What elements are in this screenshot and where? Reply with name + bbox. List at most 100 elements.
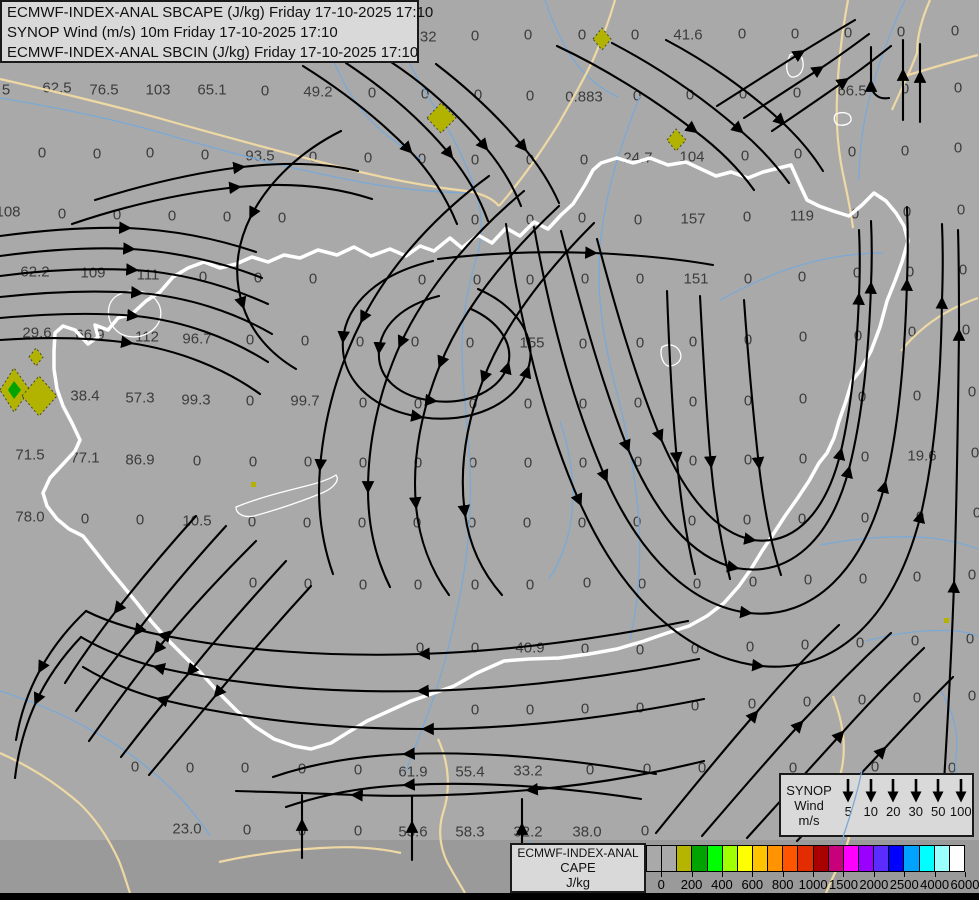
map-value: 0 bbox=[793, 85, 801, 102]
map-value: 0 bbox=[962, 322, 970, 339]
map-value: 0 bbox=[634, 454, 642, 471]
cape-legend-label-box: ECMWF-INDEX-ANAL CAPE J/kg bbox=[510, 843, 646, 893]
map-value: 0 bbox=[798, 511, 806, 528]
cape-tick-label: 2500 bbox=[890, 877, 919, 892]
map-value: 104 bbox=[679, 149, 704, 166]
map-value: 0 bbox=[633, 88, 641, 105]
map-value: 0 bbox=[298, 761, 306, 778]
map-value: 0 bbox=[581, 641, 589, 658]
cape-swatch bbox=[767, 846, 782, 871]
cape-tick-label: 4000 bbox=[920, 877, 949, 892]
map-value: 0 bbox=[798, 269, 806, 286]
map-value: 0 bbox=[858, 692, 866, 709]
map-value: 157 bbox=[680, 211, 705, 228]
map-value: 29.6 bbox=[22, 325, 51, 342]
map-value: 0 bbox=[578, 515, 586, 532]
map-value: 0 bbox=[853, 265, 861, 282]
cape-swatch bbox=[691, 846, 706, 871]
cape-swatch bbox=[782, 846, 797, 871]
map-value: 0 bbox=[254, 270, 262, 287]
map-value: 0.883 bbox=[565, 89, 603, 106]
cape-tick-label: 0 bbox=[658, 877, 665, 892]
map-value: 0 bbox=[634, 212, 642, 229]
map-value: 0 bbox=[241, 760, 249, 777]
map-value: 0 bbox=[526, 152, 534, 169]
map-value: 0 bbox=[473, 272, 481, 289]
map-value: 40.9 bbox=[515, 640, 544, 657]
cape-legend-source: ECMWF-INDEX-ANAL bbox=[517, 846, 638, 860]
map-value: 0 bbox=[638, 576, 646, 593]
map-value: 103 bbox=[145, 82, 170, 99]
map-value: 0 bbox=[201, 147, 209, 164]
wind-speed-label: 50 bbox=[931, 804, 945, 819]
map-value: 41.6 bbox=[673, 27, 702, 44]
map-value: 0 bbox=[38, 145, 46, 162]
map-value: 0 bbox=[580, 152, 588, 169]
map-value: 0 bbox=[636, 271, 644, 288]
map-value: 0 bbox=[583, 575, 591, 592]
cape-swatch bbox=[647, 846, 661, 871]
cape-swatch bbox=[661, 846, 676, 871]
map-value: 57.3 bbox=[125, 390, 154, 407]
map-value: 0 bbox=[743, 512, 751, 529]
map-value: 0 bbox=[249, 454, 257, 471]
down-arrow-icon bbox=[885, 778, 901, 803]
map-value: 66.5 bbox=[837, 83, 866, 100]
wind-speed-column: 30 bbox=[905, 775, 928, 835]
map-value: 0 bbox=[524, 396, 532, 413]
map-value-layer: 04.32000041.600000562.576.510365.1049.20… bbox=[0, 0, 979, 893]
map-value: 0 bbox=[261, 83, 269, 100]
map-value: 0 bbox=[897, 24, 905, 41]
map-value: 0 bbox=[359, 577, 367, 594]
map-value: 0 bbox=[186, 760, 194, 777]
map-value: 108 bbox=[0, 204, 21, 221]
map-value: 0 bbox=[739, 86, 747, 103]
cape-tick-label: 600 bbox=[741, 877, 763, 892]
map-value: 0 bbox=[26, 386, 34, 403]
map-value: 0 bbox=[848, 144, 856, 161]
map-value: 0 bbox=[641, 823, 649, 840]
map-value: 0 bbox=[354, 823, 362, 840]
map-value: 0 bbox=[474, 87, 482, 104]
map-value: 0 bbox=[691, 698, 699, 715]
map-value: 0 bbox=[959, 262, 967, 279]
map-value: 78.0 bbox=[15, 509, 44, 526]
map-value: 55.4 bbox=[455, 764, 484, 781]
map-value: 53.6 bbox=[398, 824, 427, 841]
map-title-box: ECMWF-INDEX-ANAL SBCAPE (J/kg) Friday 17… bbox=[0, 0, 419, 63]
map-value: 0 bbox=[748, 696, 756, 713]
map-value: 0 bbox=[309, 149, 317, 166]
map-value: 0 bbox=[136, 512, 144, 529]
map-value: 0 bbox=[954, 140, 962, 157]
map-value: 0 bbox=[689, 453, 697, 470]
wind-speed-column: 100 bbox=[950, 775, 973, 835]
map-value: 0 bbox=[689, 334, 697, 351]
map-value: 0 bbox=[636, 335, 644, 352]
map-value: 0 bbox=[243, 822, 251, 839]
cape-tick-label: 400 bbox=[711, 877, 733, 892]
bottom-black-bar bbox=[0, 893, 979, 900]
map-value: 0 bbox=[113, 207, 121, 224]
map-value: 0 bbox=[971, 445, 979, 462]
map-value: 0 bbox=[364, 150, 372, 167]
map-value: 0 bbox=[131, 759, 139, 776]
map-value: 0 bbox=[581, 271, 589, 288]
map-value: 0 bbox=[579, 396, 587, 413]
map-value: 33.2 bbox=[513, 763, 542, 780]
map-value: 0 bbox=[168, 208, 176, 225]
map-value: 0 bbox=[794, 146, 802, 163]
map-value: 0 bbox=[421, 86, 429, 103]
cape-swatch bbox=[934, 846, 949, 871]
map-value: 0 bbox=[698, 760, 706, 777]
cape-swatch bbox=[707, 846, 722, 871]
map-value: 0 bbox=[418, 272, 426, 289]
map-value: 0 bbox=[913, 569, 921, 586]
map-value: 0 bbox=[414, 455, 422, 472]
map-value: 0 bbox=[354, 762, 362, 779]
map-value: 0 bbox=[416, 640, 424, 657]
cape-swatch bbox=[752, 846, 767, 871]
map-value: 0 bbox=[916, 509, 924, 526]
map-value: 0 bbox=[844, 25, 852, 42]
cape-swatch bbox=[722, 846, 737, 871]
map-value: 0 bbox=[741, 148, 749, 165]
